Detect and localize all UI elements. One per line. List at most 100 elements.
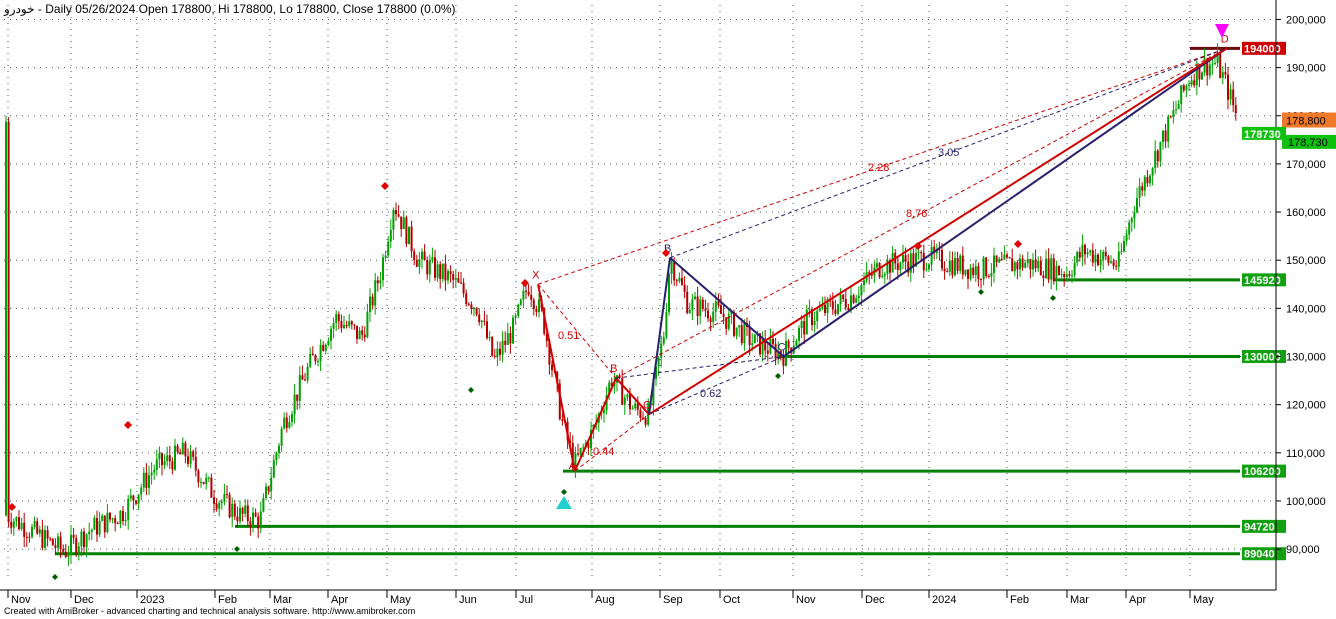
candle-body (925, 269, 928, 271)
candle-body (766, 350, 769, 354)
candle-body (1013, 262, 1016, 272)
candle-body (166, 455, 169, 462)
candle-body (296, 394, 299, 401)
candle-body (1003, 254, 1006, 260)
candle-body (350, 321, 353, 325)
candle-body (987, 276, 990, 278)
candle-body (343, 325, 345, 329)
candle-body (70, 534, 72, 554)
level-badge-label: 89040 (1244, 549, 1275, 561)
candle-body (852, 295, 855, 303)
candle-body (839, 294, 842, 305)
candle-body (1107, 256, 1110, 263)
candle-body (408, 226, 410, 245)
candle-body (1120, 251, 1123, 253)
candle-body (140, 487, 143, 495)
candle-body (1052, 258, 1055, 282)
candle-body (824, 304, 826, 313)
candle-body (753, 334, 756, 344)
candle-body (1097, 254, 1099, 266)
candle-body (1185, 85, 1188, 91)
candle-body (699, 299, 702, 317)
x-tick-label: Aug (595, 594, 615, 606)
candle-body (57, 536, 59, 548)
price-axis: 90,000 100,000 110,000 120,000 130,000 140,00… (1275, 0, 1326, 590)
price-badges: 178,800 178730 178,730 (1242, 112, 1336, 149)
y-tick-label: 140,000 (1286, 303, 1326, 315)
candle-body (233, 503, 236, 517)
candle-body (155, 459, 158, 470)
candle-body (387, 241, 390, 256)
candle-body (1006, 254, 1008, 258)
candle-body (1167, 116, 1170, 142)
candle-body (366, 311, 369, 338)
candle-body (670, 261, 673, 274)
candle-body (1123, 240, 1125, 252)
candle-body (722, 313, 725, 318)
candle-body (532, 299, 535, 309)
candle-body (470, 304, 473, 310)
candle-body (314, 355, 317, 362)
candle-body (480, 320, 483, 323)
candle-body (309, 353, 312, 367)
candle-body (735, 327, 738, 336)
candle-body (1221, 72, 1224, 78)
candle-body (475, 307, 478, 315)
candle-body (967, 269, 969, 279)
candle-body (772, 338, 774, 345)
candle-body (681, 277, 683, 285)
candle-body (678, 277, 681, 282)
price-chart[interactable]: 1940001459201300001062009472089040 XABCB… (0, 0, 1336, 619)
candle-body (452, 274, 455, 280)
candle-body (444, 263, 447, 281)
candle-body (101, 515, 104, 522)
candle-body (673, 261, 676, 281)
candle-body (241, 508, 244, 514)
candle-body (114, 518, 117, 524)
candle-body (322, 344, 325, 351)
pattern-point-label: A (569, 460, 577, 472)
ratio-label: 2.28 (868, 162, 889, 174)
candle-body (1055, 266, 1058, 282)
candle-body (995, 255, 998, 263)
candle-body (280, 428, 283, 446)
candle-body (985, 257, 988, 277)
candle-body (457, 278, 460, 283)
candle-body (980, 278, 982, 280)
y-tick-label: 130,000 (1286, 352, 1326, 364)
high-pivot-marker (381, 182, 389, 190)
candle-body (551, 364, 553, 371)
candle-body (1214, 62, 1216, 64)
candle-body (1232, 89, 1235, 106)
high-pivot-marker (521, 279, 529, 287)
candle-body (1065, 274, 1068, 278)
y-tick-label: 200,000 (1286, 14, 1326, 26)
candle-body (1019, 258, 1021, 270)
candle-body (1128, 222, 1131, 235)
candle-body (1188, 84, 1190, 86)
candle-body (1133, 212, 1136, 219)
candle-body (912, 253, 915, 267)
candle-body (265, 486, 267, 498)
candle-body (327, 340, 330, 345)
candle-body (1039, 260, 1042, 276)
candle-body (847, 307, 850, 311)
candle-body (363, 334, 366, 338)
candle-body (675, 280, 678, 282)
candle-body (1125, 234, 1128, 241)
candle-body (956, 257, 959, 271)
candle-body (395, 209, 397, 215)
candle-body (1026, 259, 1029, 263)
x-tick-label: Dec (865, 594, 885, 606)
candle-body (64, 551, 67, 557)
candle-body (20, 522, 23, 529)
candle-body (428, 260, 431, 275)
candle-body (1078, 251, 1081, 258)
candle-body (132, 495, 135, 501)
candle-body (1136, 198, 1138, 213)
candle-body (1037, 260, 1040, 269)
candle-body (25, 536, 28, 538)
candle-body (1193, 80, 1196, 86)
candle-body (686, 291, 689, 313)
candle-body (657, 357, 660, 367)
